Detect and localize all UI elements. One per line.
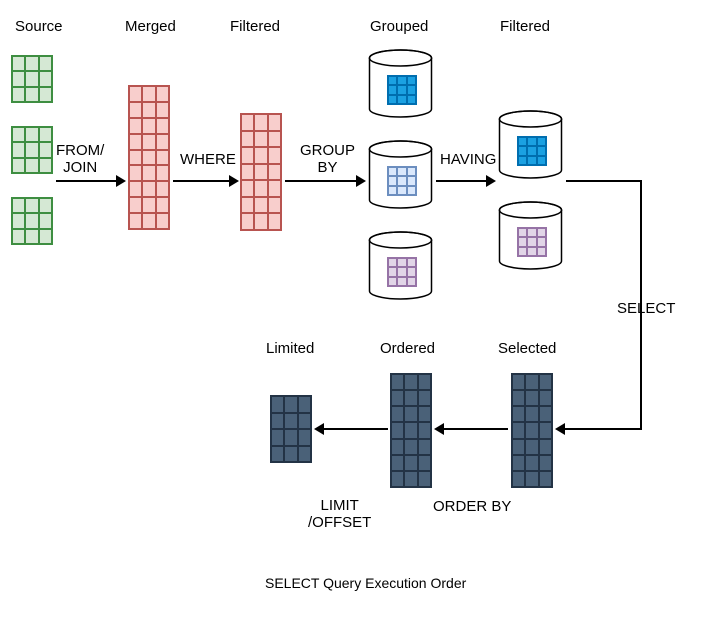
stage-source-label: Source — [15, 18, 63, 35]
having-inner-2 — [517, 227, 547, 257]
arrow-select-h2 — [565, 428, 642, 430]
arrow-orderby — [444, 428, 508, 430]
op-having-label: HAVING — [440, 151, 496, 168]
arrow-orderby-head — [434, 423, 444, 435]
arrow-groupby-head — [356, 175, 366, 187]
having-inner-1 — [517, 136, 547, 166]
op-select-label: SELECT — [617, 300, 675, 317]
grouped-inner-2 — [387, 166, 417, 196]
arrow-limitoffset-head — [314, 423, 324, 435]
source-table-2 — [11, 126, 53, 174]
stage-ordered-label: Ordered — [380, 340, 435, 357]
arrow-from-join — [56, 180, 118, 182]
arrow-limitoffset — [324, 428, 388, 430]
limited-table — [270, 395, 312, 463]
ordered-table — [390, 373, 432, 488]
filtered-table — [240, 113, 282, 231]
op-groupby-label: GROUP BY — [300, 142, 355, 177]
arrow-groupby — [285, 180, 358, 182]
stage-limited-label: Limited — [266, 340, 314, 357]
stage-selected-label: Selected — [498, 340, 556, 357]
op-limitoffset-label: LIMIT /OFFSET — [308, 497, 371, 532]
stage-filtered2-label: Filtered — [500, 18, 550, 35]
arrow-where-head — [229, 175, 239, 187]
grouped-inner-1 — [387, 75, 417, 105]
arrow-select-v — [640, 180, 642, 428]
op-where-label: WHERE — [180, 151, 236, 168]
stage-merged-label: Merged — [125, 18, 176, 35]
arrow-having — [436, 180, 488, 182]
stage-filtered1-label: Filtered — [230, 18, 280, 35]
grouped-inner-3 — [387, 257, 417, 287]
arrow-from-join-head — [116, 175, 126, 187]
diagram-title: SELECT Query Execution Order — [265, 575, 466, 591]
arrow-select-h1 — [566, 180, 642, 182]
source-table-1 — [11, 55, 53, 103]
arrow-where — [173, 180, 231, 182]
source-table-3 — [11, 197, 53, 245]
arrow-having-head — [486, 175, 496, 187]
op-orderby-label: ORDER BY — [433, 498, 511, 515]
selected-table — [511, 373, 553, 488]
arrow-select-head — [555, 423, 565, 435]
stage-grouped-label: Grouped — [370, 18, 428, 35]
op-from-join-label: FROM/ JOIN — [56, 142, 104, 177]
merged-table — [128, 85, 170, 230]
